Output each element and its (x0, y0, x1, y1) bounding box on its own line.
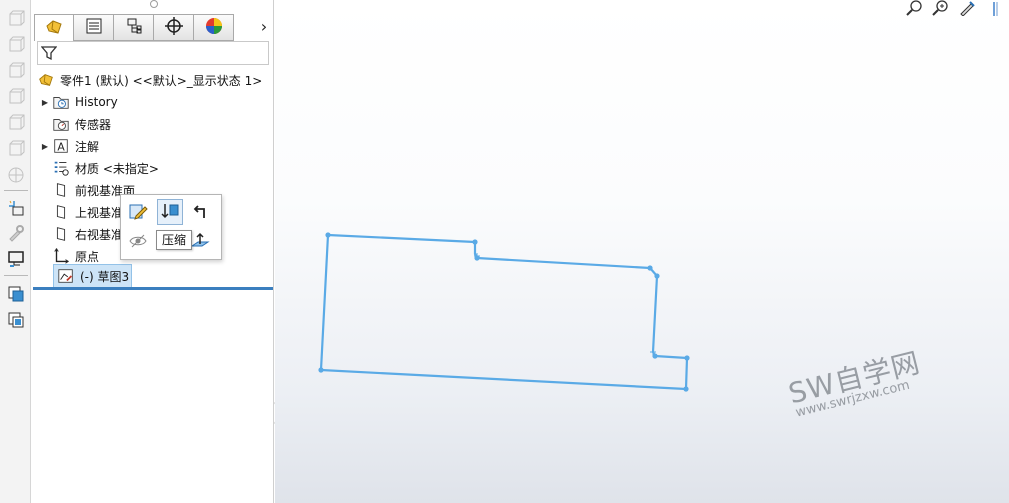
sketch-canvas[interactable] (275, 0, 1009, 503)
plane-icon (51, 180, 71, 200)
select-sketch-icon[interactable] (5, 197, 27, 219)
sensor-folder-icon (51, 114, 71, 134)
property-list-icon (84, 16, 104, 39)
display-manager-tab[interactable] (194, 14, 234, 41)
hide-button[interactable] (125, 229, 151, 255)
section-view-icon (984, 0, 1002, 19)
sketch-vertex (325, 232, 331, 238)
copy-layer-icon[interactable] (5, 283, 27, 305)
configurationmanager-tab[interactable] (114, 14, 154, 41)
view-box-icon[interactable] (5, 138, 27, 160)
tree-item-label: 原点 (75, 249, 100, 264)
section-view-button[interactable] (983, 0, 1003, 16)
plane-icon (51, 202, 71, 222)
sketch-vertex (654, 273, 660, 279)
tooltip: 压缩 (156, 230, 193, 250)
expand-arrow-icon[interactable]: ▶ (39, 98, 51, 107)
dimxpert-tab[interactable] (154, 14, 194, 41)
zoom-fit-icon (906, 0, 924, 19)
return-arrow-icon (190, 201, 210, 224)
sketch-vertex (318, 367, 324, 373)
propertymanager-tab[interactable] (74, 14, 114, 41)
command-strip (0, 0, 31, 503)
previous-view-icon (958, 0, 976, 19)
origin-icon (51, 246, 71, 266)
previous-view-button[interactable] (957, 0, 977, 19)
context-toolbar (120, 194, 222, 260)
hide-eye-icon (128, 231, 148, 254)
filter-bar[interactable] (37, 41, 269, 65)
svg-text:A: A (57, 141, 65, 154)
tree-item-sensors[interactable]: 传感器 (51, 113, 111, 135)
suppress-icon (160, 201, 180, 224)
rollback-button[interactable] (187, 199, 213, 225)
sketch-vertices (318, 232, 690, 392)
display-window-icon[interactable] (5, 248, 27, 270)
tree-root-part[interactable]: 零件1 (默认) <<默认>_显示状态 1> (36, 69, 262, 91)
sketch-vertex (647, 265, 653, 271)
zoom-to-fit-button[interactable] (905, 0, 925, 16)
view-box-icon[interactable] (5, 60, 27, 82)
crosshair-icon (164, 16, 184, 39)
view-box-icon[interactable] (5, 8, 27, 30)
part-icon (44, 17, 64, 40)
zoom-area-button[interactable] (931, 0, 951, 16)
history-folder-icon (51, 92, 71, 112)
sketch-vertex (684, 355, 690, 361)
rollback-bar[interactable] (33, 287, 273, 290)
tree-item-label: 材质 <未指定> (75, 161, 159, 176)
plane-icon (51, 224, 71, 244)
sketch-icon (56, 266, 76, 286)
constraint-mark (474, 253, 656, 355)
tree-root-label: 零件1 (默认) <<默认>_显示状态 1> (60, 73, 263, 88)
copy-layer-icon[interactable] (5, 309, 27, 331)
appearance-ball-icon (204, 16, 224, 39)
sketch-vertex (472, 239, 478, 245)
view-box-icon[interactable] (5, 34, 27, 56)
panel-tabs (34, 14, 274, 41)
tree-item-label: History (75, 95, 118, 109)
view-box-icon[interactable] (5, 112, 27, 134)
sketch-polyline[interactable] (319, 233, 689, 391)
panel-grip[interactable] (150, 0, 158, 8)
heads-up-toolbar (905, 0, 1003, 19)
tree-item-sketch3[interactable]: (-) 草图3 (53, 264, 133, 288)
expand-arrow-icon[interactable]: ▶ (39, 142, 51, 151)
chevron-right-icon[interactable]: › (257, 18, 271, 36)
part-icon (36, 70, 56, 90)
normal-to-icon (190, 231, 210, 254)
graphics-area[interactable]: SW自学网 www.swrjzxw.com (275, 0, 1009, 503)
tree-item-label: 传感器 (75, 117, 112, 132)
configuration-icon (124, 16, 144, 39)
edit-sketch-icon (128, 201, 148, 224)
annotation-icon: A (51, 136, 71, 156)
sphere-view-icon[interactable] (5, 164, 27, 186)
suppress-button[interactable] (157, 199, 183, 225)
sketch-profile[interactable] (319, 233, 689, 391)
tree-item-history[interactable]: ▶ History (39, 91, 118, 113)
view-box-icon[interactable] (5, 86, 27, 108)
featuremanager-tab[interactable] (34, 14, 74, 41)
wrench-icon[interactable] (5, 222, 27, 244)
tree-item-material[interactable]: 材质 <未指定> (51, 157, 159, 179)
selection-highlight: (-) 草图3 (53, 264, 133, 288)
tree-item-label: (-) 草图3 (80, 269, 130, 284)
tree-item-annotations[interactable]: ▶ A 注解 (39, 135, 99, 157)
edit-sketch-button[interactable] (125, 199, 151, 225)
tree-item-label: 注解 (75, 139, 100, 154)
sketch-vertex (683, 386, 689, 392)
zoom-area-icon (932, 0, 950, 19)
material-icon (51, 158, 71, 178)
